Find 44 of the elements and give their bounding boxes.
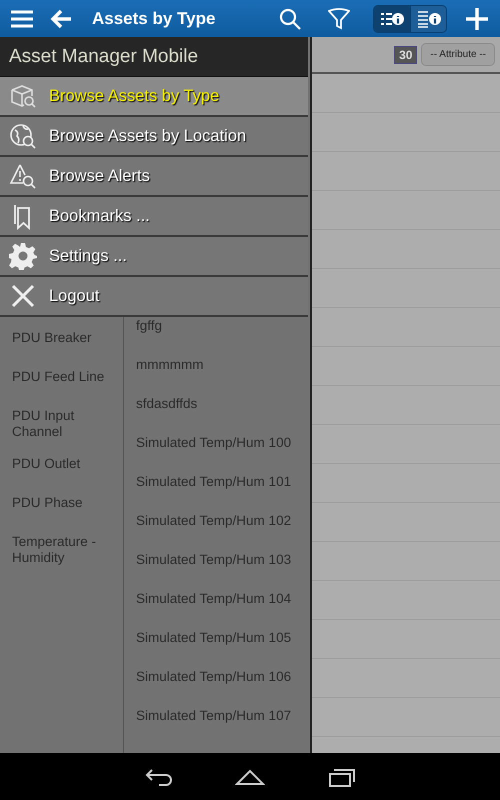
back-arrow-icon xyxy=(50,8,72,28)
type-list-item[interactable]: Temperature - Humidity xyxy=(0,526,123,574)
drawer-menu-item[interactable]: Logout xyxy=(0,277,308,317)
asset-list-item[interactable]: Simulated Temp/Hum 103 xyxy=(124,540,310,579)
plus-icon xyxy=(466,8,488,30)
type-list-item[interactable]: PDU Outlet xyxy=(0,448,123,487)
asset-list-item[interactable]: Simulated Temp/Hum 104 xyxy=(124,579,310,618)
drawer-menu-item[interactable]: Browse Alerts xyxy=(0,157,308,197)
asset-list-item[interactable]: Simulated Temp/Hum 102 xyxy=(124,501,310,540)
filter-icon xyxy=(328,8,350,30)
search-icon xyxy=(279,8,301,30)
asset-list-item[interactable]: Simulated Temp/Hum 100 xyxy=(124,423,310,462)
type-list-item[interactable]: PDU Input Channel xyxy=(0,400,123,448)
list-info-icon xyxy=(416,10,440,28)
asset-list-item[interactable]: mmmmmm xyxy=(124,345,310,384)
recents-icon[interactable] xyxy=(327,766,357,786)
close-icon xyxy=(9,282,37,310)
asset-list-item[interactable]: sfdasdffds xyxy=(124,384,310,423)
add-button[interactable] xyxy=(465,6,489,30)
attribute-dropdown[interactable]: -- Attribute -- xyxy=(421,43,495,66)
settings-icon xyxy=(9,242,37,270)
list-info-button[interactable] xyxy=(374,6,410,32)
asset-list-item[interactable]: Simulated Temp/Hum 105 xyxy=(124,618,310,657)
asset-list-item[interactable]: Simulated Temp/Hum 107 xyxy=(124,696,310,735)
menu-button[interactable] xyxy=(9,8,35,30)
asset-list-item[interactable]: Simulated Temp/Hum 101 xyxy=(124,462,310,501)
menu-icon xyxy=(11,10,33,28)
drawer-menu-item[interactable]: Browse Assets by Location xyxy=(0,117,308,157)
back-icon[interactable] xyxy=(143,766,173,786)
search-button[interactable] xyxy=(278,6,302,30)
warning-search-icon xyxy=(9,162,37,190)
type-list-item[interactable]: PDU Breaker xyxy=(0,322,123,361)
box-search-icon xyxy=(9,82,37,110)
type-list-item[interactable]: PDU Phase xyxy=(0,487,123,526)
filter-button[interactable] xyxy=(327,6,351,30)
count-badge: 30 xyxy=(394,46,418,64)
type-list-item[interactable]: PDU Feed Line xyxy=(0,361,123,400)
globe-search-icon xyxy=(9,122,37,150)
drawer-menu-item[interactable]: Browse Assets by Type xyxy=(0,77,308,117)
back-button[interactable] xyxy=(49,8,73,30)
screen-title: Assets by Type xyxy=(92,8,216,28)
drawer-menu-item[interactable]: Settings ... xyxy=(0,237,308,277)
asset-list-item[interactable]: Simulated Temp/Hum 106 xyxy=(124,657,310,696)
drawer-menu-item[interactable]: Bookmarks ... xyxy=(0,197,308,237)
